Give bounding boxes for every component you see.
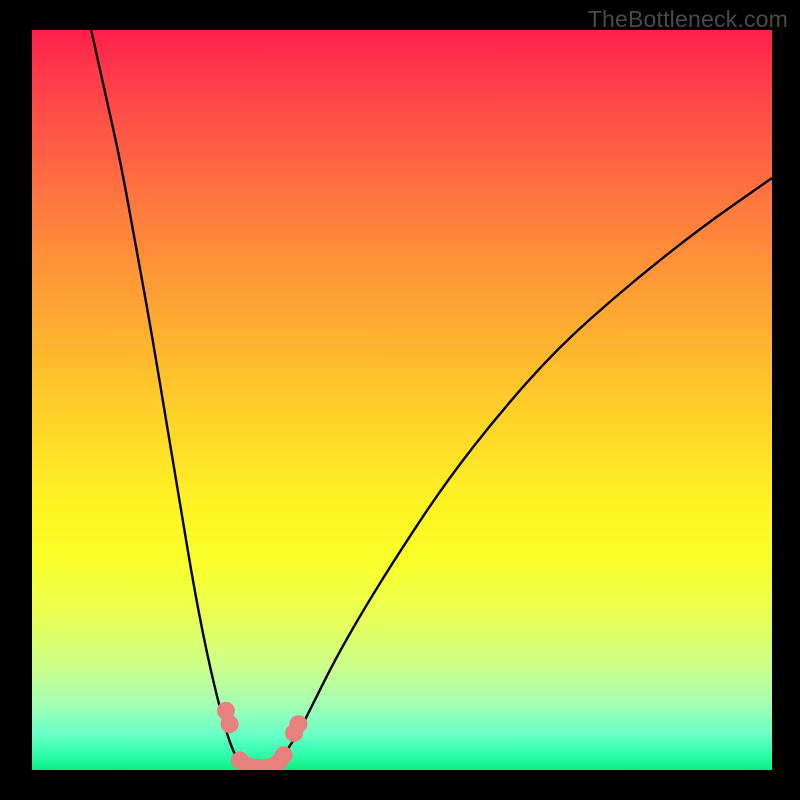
- series-curve-left: [91, 30, 246, 770]
- curve-layer: [32, 30, 772, 770]
- marker-point: [275, 746, 293, 764]
- plot-area: [32, 30, 772, 770]
- marker-point: [289, 715, 307, 733]
- series-curve-right: [276, 178, 772, 770]
- chart-frame: TheBottleneck.com: [0, 0, 800, 800]
- marker-point: [221, 715, 239, 733]
- watermark-text: TheBottleneck.com: [588, 6, 788, 33]
